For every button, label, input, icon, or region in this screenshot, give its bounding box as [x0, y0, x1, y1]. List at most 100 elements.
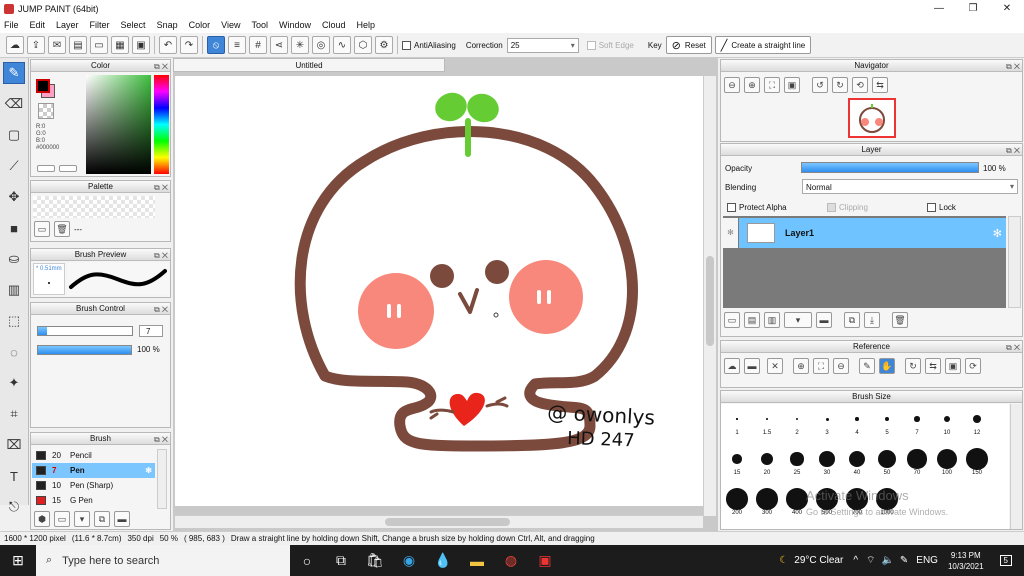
clock-time[interactable]: 9:13 PM — [948, 550, 984, 561]
maximize-button[interactable]: ❐ — [956, 0, 990, 17]
ref-rotate-icon[interactable]: ↻ — [905, 358, 921, 374]
vanishing-snap-icon[interactable]: ⋖ — [270, 36, 288, 54]
ref-flip-icon[interactable]: ⇆ — [925, 358, 941, 374]
menu-help[interactable]: Help — [357, 20, 376, 30]
taskbar-search[interactable]: ⌕ Type here to search — [36, 545, 290, 576]
layout-icon[interactable]: ▣ — [132, 36, 150, 54]
correction-select[interactable]: 25 ▾ — [506, 37, 579, 53]
brush-size-option[interactable]: 7 — [903, 408, 931, 436]
brush-size-option[interactable]: 100 — [933, 448, 961, 476]
comment-icon[interactable]: ▤ — [69, 36, 87, 54]
page-icon[interactable]: ▭ — [90, 36, 108, 54]
layer-folder-icon[interactable]: ▬ — [816, 312, 832, 328]
brush-size-option[interactable]: 5 — [873, 408, 901, 436]
document-tab[interactable]: Untitled — [173, 58, 445, 72]
menu-tool[interactable]: Tool — [251, 20, 268, 30]
primary-color-swatch[interactable] — [36, 79, 50, 93]
weather-text[interactable]: 29°C Clear — [794, 555, 843, 566]
color-mode-button[interactable] — [37, 165, 55, 172]
delete-layer-icon[interactable]: 🗑 — [892, 312, 908, 328]
menu-layer[interactable]: Layer — [56, 20, 79, 30]
brush-size-option[interactable]: 40 — [843, 448, 871, 476]
fill-rect-tool-icon[interactable]: ■ — [3, 217, 25, 239]
menu-select[interactable]: Select — [121, 20, 146, 30]
brush-size-option[interactable]: 300 — [753, 488, 781, 516]
blending-select[interactable]: Normal ▾ — [802, 179, 1018, 194]
panel-buttons-icon[interactable]: ⧉ ✕ — [154, 250, 168, 261]
new-brush-icon[interactable]: ▭ — [54, 511, 70, 527]
curve-snap-icon[interactable]: ∿ — [333, 36, 351, 54]
language-indicator[interactable]: ENG — [916, 555, 938, 566]
color-mode-button-2[interactable] — [59, 165, 77, 172]
actual-size-icon[interactable]: ▣ — [784, 77, 800, 93]
canvas-horizontal-scrollbar[interactable] — [175, 515, 703, 528]
rotate-left-icon[interactable]: ↺ — [812, 77, 828, 93]
undo-icon[interactable]: ↶ — [159, 36, 177, 54]
drawing-canvas[interactable]: @ owonlys HD 247 — [175, 76, 703, 506]
document-icon[interactable]: ▦ — [111, 36, 129, 54]
brush-item-g-pen[interactable]: 15 G Pen — [32, 493, 155, 508]
new-layer-1bit-icon[interactable]: ▥ — [764, 312, 780, 328]
gradient-tool-icon[interactable]: ▥ — [3, 279, 25, 301]
layer-menu-icon[interactable]: ▾ — [784, 312, 812, 328]
brush-size-option[interactable]: 50 — [873, 448, 901, 476]
brush-size-slider[interactable] — [37, 326, 133, 336]
cloud-icon[interactable]: ☁ — [6, 36, 24, 54]
reset-button[interactable]: ⊘ Reset — [665, 36, 712, 54]
notification-icon[interactable]: 5 — [999, 555, 1012, 566]
brush-size-option[interactable]: 200 — [723, 488, 751, 516]
layer-visibility-icon[interactable]: ✻ — [723, 218, 738, 248]
move-tool-icon[interactable]: ✥ — [3, 186, 25, 208]
pen-tool-icon[interactable]: ✎ — [3, 62, 25, 84]
transparent-color-swatch[interactable] — [38, 103, 54, 119]
hand-icon[interactable]: ✋ — [879, 358, 895, 374]
brush-size-option[interactable]: 1 — [723, 408, 751, 436]
brush-size-option[interactable]: 150 — [963, 448, 991, 476]
snap-settings-icon[interactable]: ⚙ — [375, 36, 393, 54]
layer-row[interactable]: Layer1 ✻ — [739, 218, 1006, 248]
magic-wand-tool-icon[interactable]: ✦ — [3, 372, 25, 394]
network-icon[interactable]: ⌔ — [866, 554, 875, 567]
gear-icon[interactable]: ✻ — [993, 227, 1002, 240]
folder-icon[interactable]: ▬ — [114, 511, 130, 527]
pen-workspace-icon[interactable]: ✎ — [900, 555, 908, 566]
brush-item-pen[interactable]: 7 Pen ✻ — [32, 463, 155, 478]
brush-size-option[interactable]: 3 — [813, 408, 841, 436]
paint-drop-icon[interactable]: 💧 — [426, 545, 460, 576]
polygon-snap-icon[interactable]: ⬡ — [354, 36, 372, 54]
fit-screen-icon[interactable]: ⛶ — [764, 77, 780, 93]
panel-buttons-icon[interactable]: ⧉ ✕ — [1006, 145, 1020, 156]
cloud-open-icon[interactable]: ☁ — [724, 358, 740, 374]
menu-view[interactable]: View — [221, 20, 240, 30]
menu-file[interactable]: File — [4, 20, 19, 30]
brush-item-pen-sharp[interactable]: 10 Pen (Sharp) — [32, 478, 155, 493]
rotate-right-icon[interactable]: ↻ — [832, 77, 848, 93]
gear-icon[interactable]: ✻ — [145, 466, 152, 475]
lock-option[interactable]: Lock — [927, 203, 956, 212]
jump-paint-taskbar-icon[interactable]: ▣ — [528, 545, 562, 576]
menu-filter[interactable]: Filter — [90, 20, 110, 30]
zoom-in-icon[interactable]: ⊕ — [744, 77, 760, 93]
panel-buttons-icon[interactable]: ⧉ ✕ — [154, 304, 168, 315]
open-folder-icon[interactable]: ▬ — [744, 358, 760, 374]
volume-icon[interactable]: 🔈 — [881, 555, 893, 566]
menu-window[interactable]: Window — [279, 20, 311, 30]
brush-size-option[interactable]: 10 — [933, 408, 961, 436]
duplicate-layer-icon[interactable]: ⧉ — [844, 312, 860, 328]
reset-rotation-icon[interactable]: ⟲ — [852, 77, 868, 93]
chrome-icon[interactable]: ◍ — [494, 545, 528, 576]
select-tool-icon[interactable]: ⬚ — [3, 310, 25, 332]
brush-menu-icon[interactable]: ▾ — [74, 511, 90, 527]
brush-size-input[interactable]: 7 — [139, 325, 163, 337]
select-eraser-tool-icon[interactable]: ⌧ — [3, 434, 25, 456]
ref-view-icon[interactable]: ▣ — [945, 358, 961, 374]
protect-alpha-option[interactable]: Protect Alpha — [727, 203, 787, 212]
ref-rotate-right-icon[interactable]: ⟳ — [965, 358, 981, 374]
bucket-tool-icon[interactable]: ⛀ — [3, 248, 25, 270]
zoom-out-icon[interactable]: ⊖ — [724, 77, 740, 93]
close-button[interactable]: ✕ — [990, 0, 1024, 17]
merge-layer-icon[interactable]: ⤓ — [864, 312, 880, 328]
brush-add-icon[interactable]: ⬢ — [34, 511, 50, 527]
new-layer-icon[interactable]: ▭ — [724, 312, 740, 328]
layer-opacity-slider[interactable] — [801, 162, 979, 173]
